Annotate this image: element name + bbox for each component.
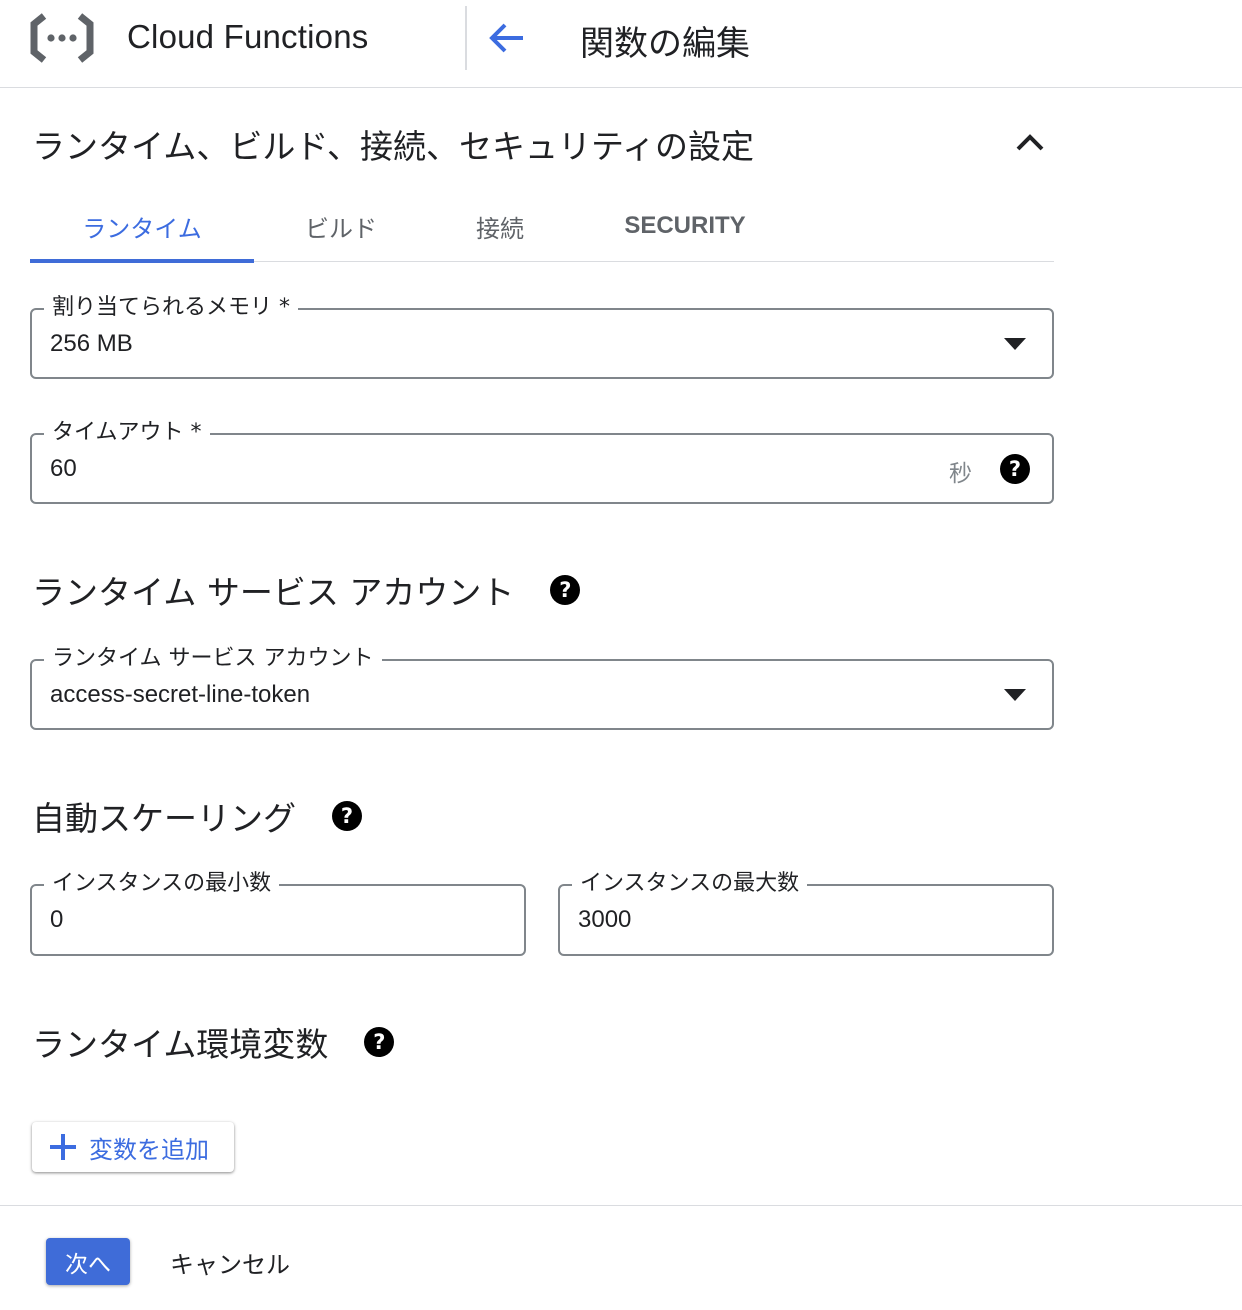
timeout-value[interactable]: 60 xyxy=(50,435,77,502)
add-variable-label: 変数を追加 xyxy=(89,1135,209,1164)
help-icon[interactable]: ? xyxy=(1000,453,1030,484)
service-account-heading: ランタイム サービス アカウント ? xyxy=(32,566,581,614)
min-instances-value[interactable]: 0 xyxy=(50,886,63,954)
help-icon[interactable]: ? xyxy=(364,1027,395,1057)
footer-divider xyxy=(0,1205,1242,1206)
tab-security[interactable]: SECURITY xyxy=(602,190,768,262)
timeout-unit: 秒 xyxy=(949,460,972,487)
page-title: 関数の編集 xyxy=(580,24,750,64)
header-divider xyxy=(465,6,467,70)
tab-build[interactable]: ビルド xyxy=(254,190,428,262)
memory-select[interactable]: 割り当てられるメモリ * 256 MB xyxy=(30,292,1054,379)
chevron-up-icon xyxy=(1015,132,1045,156)
dropdown-arrow-icon[interactable] xyxy=(1004,337,1026,350)
cloud-functions-logo-icon xyxy=(30,12,94,64)
service-account-value: access-secret-line-token xyxy=(50,680,311,708)
app-title: Cloud Functions xyxy=(127,18,369,55)
cancel-button[interactable]: キャンセル xyxy=(170,1240,290,1284)
memory-value: 256 MB xyxy=(50,329,133,357)
tab-runtime[interactable]: ランタイム xyxy=(30,190,254,263)
collapse-section-button[interactable] xyxy=(1008,122,1052,166)
help-icon[interactable]: ? xyxy=(550,575,581,605)
min-instances-label: インスタンスの最小数 xyxy=(44,868,280,900)
next-button[interactable]: 次へ xyxy=(46,1238,130,1285)
service-account-select[interactable]: ランタイム サービス アカウント access-secret-line-toke… xyxy=(30,643,1054,730)
tab-connections[interactable]: 接続 xyxy=(428,190,572,262)
settings-tabs: ランタイム ビルド 接続 SECURITY xyxy=(30,190,1054,263)
env-vars-heading-text: ランタイム環境変数 xyxy=(32,1025,329,1064)
autoscaling-heading: 自動スケーリング ? xyxy=(32,792,362,840)
arrow-left-icon xyxy=(487,21,525,59)
section-title: ランタイム、ビルド、接続、セキュリティの設定 xyxy=(32,127,755,166)
min-instances-field[interactable]: インスタンスの最小数 0 xyxy=(30,868,526,956)
autoscaling-heading-text: 自動スケーリング xyxy=(32,799,296,838)
back-button[interactable] xyxy=(484,18,528,62)
service-account-heading-text: ランタイム サービス アカウント xyxy=(32,573,515,612)
dropdown-arrow-icon[interactable] xyxy=(1004,688,1026,701)
add-variable-button[interactable]: 変数を追加 xyxy=(32,1122,234,1172)
app-header: Cloud Functions 関数の編集 xyxy=(0,0,1242,88)
help-icon[interactable]: ? xyxy=(332,801,362,831)
env-vars-heading: ランタイム環境変数 ? xyxy=(32,1018,395,1066)
plus-icon xyxy=(50,1134,76,1160)
timeout-field[interactable]: タイムアウト * 60 秒 ? xyxy=(30,417,1054,504)
max-instances-value[interactable]: 3000 xyxy=(578,886,631,954)
max-instances-field[interactable]: インスタンスの最大数 3000 xyxy=(558,868,1054,956)
